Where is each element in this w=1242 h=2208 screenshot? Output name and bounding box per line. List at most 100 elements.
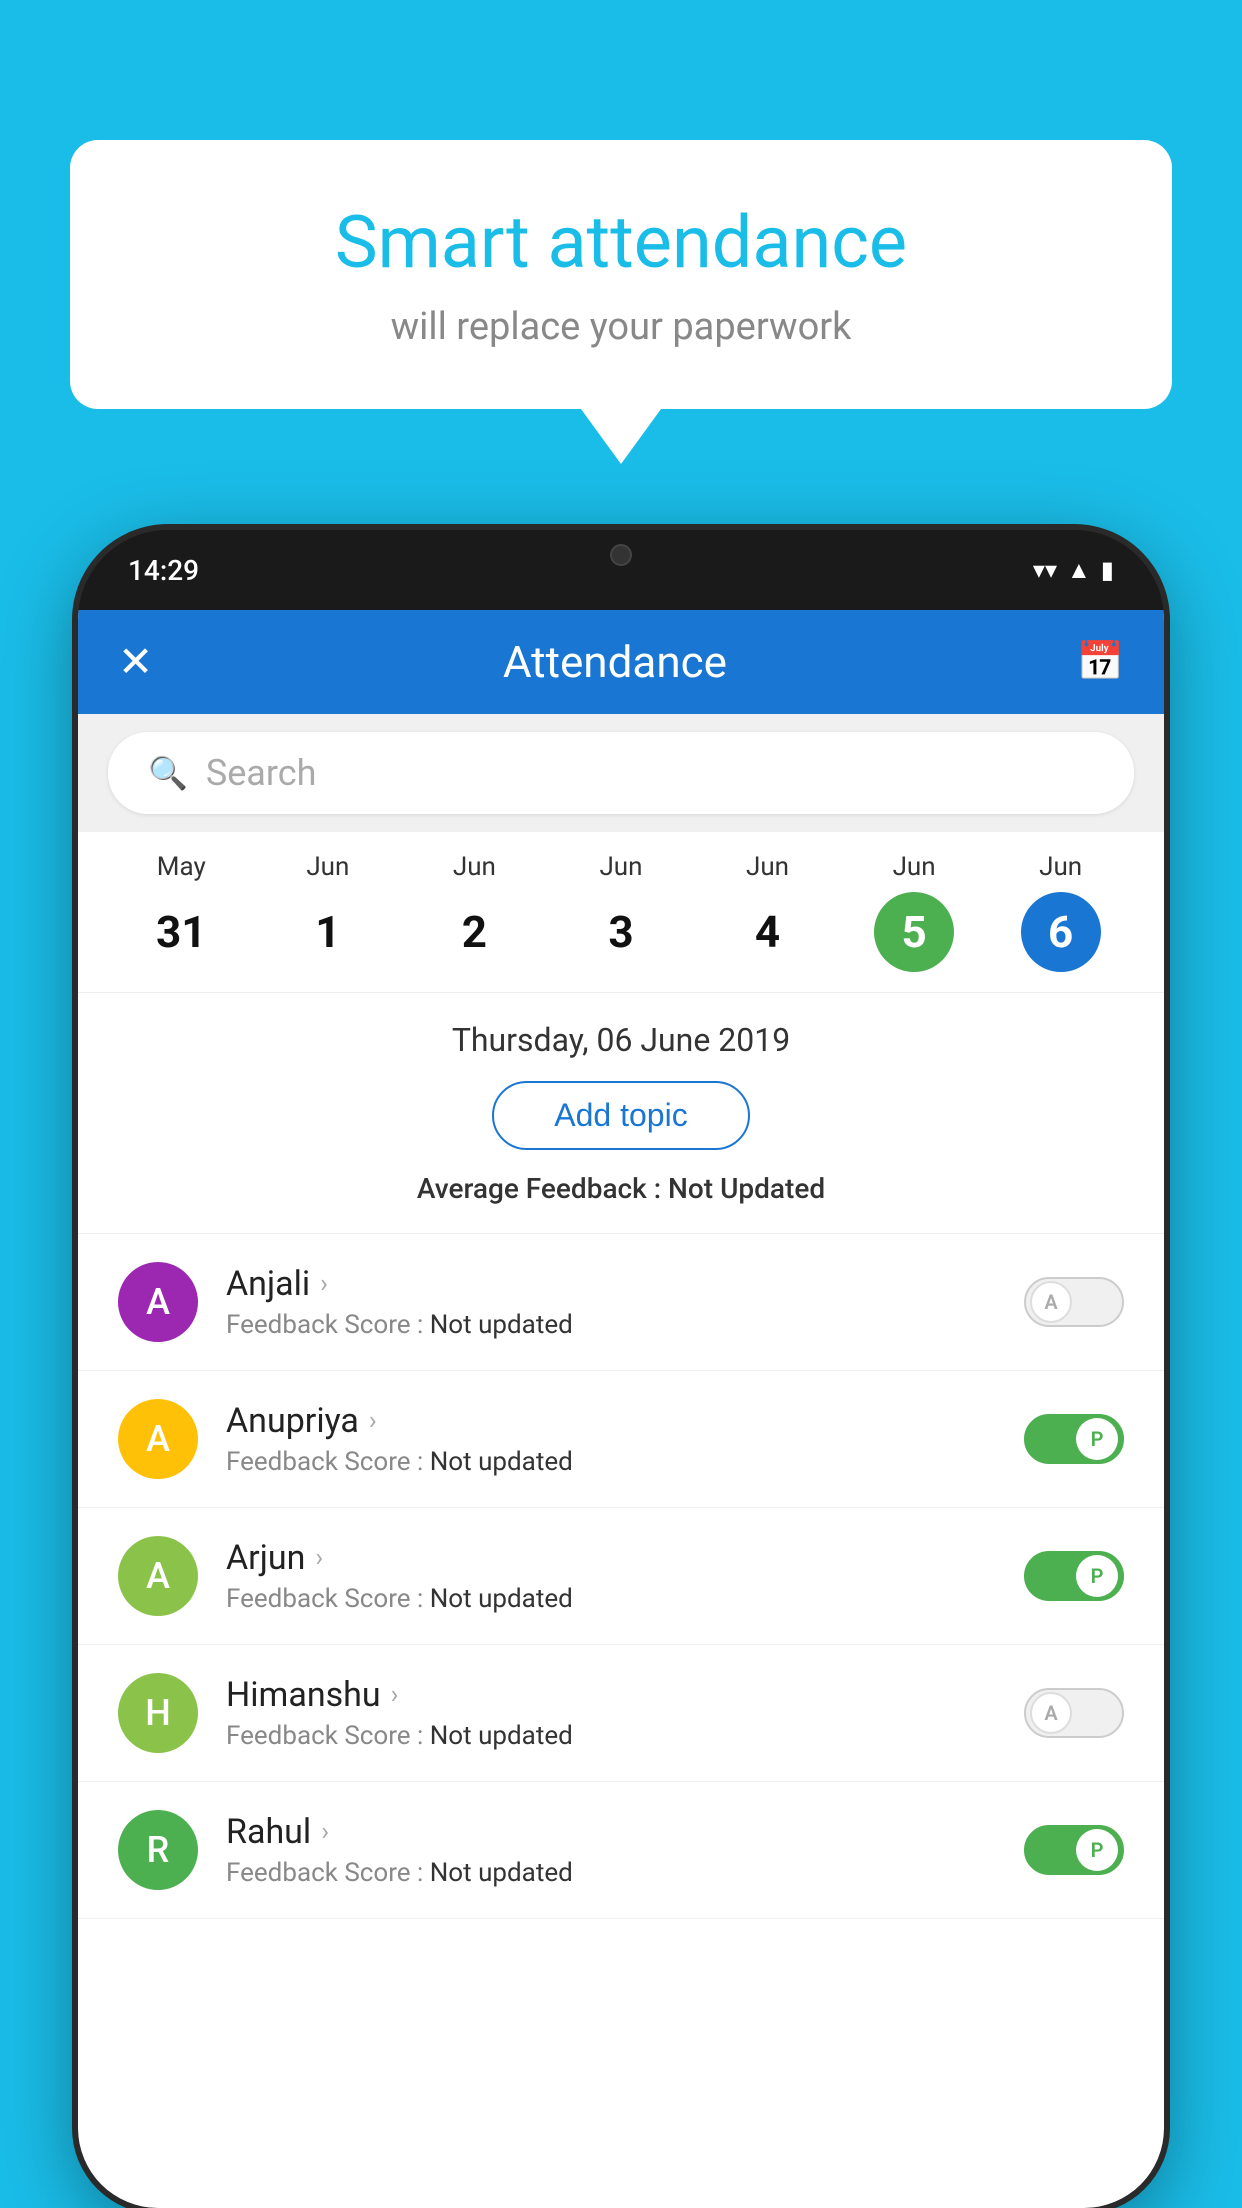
student-name-row: Rahul › xyxy=(226,1812,996,1852)
student-feedback-text: Feedback Score : Not updated xyxy=(226,1858,996,1888)
student-info: Anupriya › Feedback Score : Not updated xyxy=(226,1401,996,1477)
app-header: ✕ Attendance 📅 xyxy=(78,610,1164,714)
add-topic-button[interactable]: Add topic xyxy=(492,1081,749,1150)
cal-month-label: Jun xyxy=(453,852,496,882)
student-name-row: Anjali › xyxy=(226,1264,996,1304)
close-button[interactable]: ✕ xyxy=(118,637,153,687)
phone-status-bar: 14:29 ▾▾ ▲ ▮ xyxy=(78,530,1164,610)
cal-month-label: May xyxy=(157,852,206,882)
phone-screen: ✕ Attendance 📅 🔍 Search May31Jun1Jun2Jun… xyxy=(78,610,1164,2208)
attendance-toggle[interactable]: P xyxy=(1024,1825,1124,1875)
cal-day-number: 3 xyxy=(581,892,661,972)
toggle-knob: P xyxy=(1076,1555,1118,1597)
phone-time: 14:29 xyxy=(128,554,199,587)
chevron-right-icon: › xyxy=(320,1269,328,1299)
toggle-switch[interactable]: A xyxy=(1024,1688,1124,1738)
calendar-day-4[interactable]: Jun 4 xyxy=(728,852,808,972)
cal-month-label: Jun xyxy=(1039,852,1082,882)
cal-month-label: Jun xyxy=(893,852,936,882)
status-icons: ▾▾ ▲ ▮ xyxy=(1033,556,1114,585)
student-item[interactable]: R Rahul › Feedback Score : Not updated P xyxy=(78,1782,1164,1919)
attendance-toggle[interactable]: A xyxy=(1024,1688,1124,1738)
toggle-switch[interactable]: A xyxy=(1024,1277,1124,1327)
student-name-row: Arjun › xyxy=(226,1538,996,1578)
phone-notch xyxy=(541,530,701,580)
student-name-text: Himanshu xyxy=(226,1675,381,1715)
cal-month-label: Jun xyxy=(306,852,349,882)
student-name-text: Rahul xyxy=(226,1812,311,1852)
search-bar-wrapper: 🔍 Search xyxy=(78,714,1164,832)
student-feedback-text: Feedback Score : Not updated xyxy=(226,1584,996,1614)
toggle-knob: P xyxy=(1076,1418,1118,1460)
cal-day-number: 4 xyxy=(728,892,808,972)
cal-month-label: Jun xyxy=(599,852,642,882)
student-list: AAnjali ›Feedback Score : Not updatedAAA… xyxy=(78,1234,1164,1919)
student-name-row: Anupriya › xyxy=(226,1401,996,1441)
student-item[interactable]: A Anupriya › Feedback Score : Not updated P xyxy=(78,1371,1164,1508)
cal-day-number: 31 xyxy=(141,892,221,972)
speech-bubble-subtitle: will replace your paperwork xyxy=(150,305,1092,349)
student-name-text: Anupriya xyxy=(226,1401,359,1441)
student-avatar: A xyxy=(118,1536,198,1616)
calendar-icon[interactable]: 📅 xyxy=(1077,640,1124,684)
toggle-switch[interactable]: P xyxy=(1024,1414,1124,1464)
student-name-row: Himanshu › xyxy=(226,1675,996,1715)
calendar-day-3[interactable]: Jun 3 xyxy=(581,852,661,972)
calendar-strip: May 31 Jun 1 Jun 2 Jun 3 Jun 4 Jun 5 Jun 6 xyxy=(78,832,1164,993)
student-avatar: A xyxy=(118,1399,198,1479)
calendar-day-1[interactable]: Jun 1 xyxy=(288,852,368,972)
phone-frame: 14:29 ▾▾ ▲ ▮ ✕ Attendance 📅 🔍 Search May… xyxy=(78,530,1164,2208)
chevron-right-icon: › xyxy=(321,1817,329,1847)
cal-day-number: 2 xyxy=(434,892,514,972)
student-item[interactable]: A Arjun › Feedback Score : Not updated P xyxy=(78,1508,1164,1645)
student-avatar: A xyxy=(118,1262,198,1342)
student-info: Himanshu › Feedback Score : Not updated xyxy=(226,1675,996,1751)
student-feedback-text: Feedback Score : Not updated xyxy=(226,1721,996,1751)
student-avatar: H xyxy=(118,1673,198,1753)
student-item[interactable]: A Anjali › Feedback Score : Not updated A xyxy=(78,1234,1164,1371)
search-bar[interactable]: 🔍 Search xyxy=(108,732,1134,814)
student-avatar: R xyxy=(118,1810,198,1890)
chevron-right-icon: › xyxy=(391,1680,399,1710)
wifi-icon: ▾▾ xyxy=(1033,556,1057,584)
student-name-text: Anjali xyxy=(226,1264,310,1304)
toggle-switch[interactable]: P xyxy=(1024,1825,1124,1875)
toggle-knob: P xyxy=(1076,1829,1118,1871)
attendance-toggle[interactable]: P xyxy=(1024,1551,1124,1601)
chevron-right-icon: › xyxy=(315,1543,323,1573)
app-title: Attendance xyxy=(503,636,727,688)
speech-bubble-section: Smart attendance will replace your paper… xyxy=(70,140,1172,464)
search-placeholder: Search xyxy=(206,752,317,794)
date-info-section: Thursday, 06 June 2019 Add topic Average… xyxy=(78,993,1164,1234)
student-info: Anjali › Feedback Score : Not updated xyxy=(226,1264,996,1340)
student-info: Rahul › Feedback Score : Not updated xyxy=(226,1812,996,1888)
search-icon: 🔍 xyxy=(148,754,188,792)
phone-camera xyxy=(610,544,632,566)
attendance-toggle[interactable]: P xyxy=(1024,1414,1124,1464)
speech-bubble-title: Smart attendance xyxy=(150,200,1092,285)
speech-bubble-arrow xyxy=(581,409,661,464)
toggle-switch[interactable]: P xyxy=(1024,1551,1124,1601)
calendar-day-5[interactable]: Jun 5 xyxy=(874,852,954,972)
student-item[interactable]: H Himanshu › Feedback Score : Not updated A xyxy=(78,1645,1164,1782)
cal-day-number: 6 xyxy=(1021,892,1101,972)
cal-day-number: 1 xyxy=(288,892,368,972)
attendance-toggle[interactable]: A xyxy=(1024,1277,1124,1327)
cal-day-number: 5 xyxy=(874,892,954,972)
average-feedback-label: Average Feedback : Not Updated xyxy=(417,1172,825,1205)
student-feedback-text: Feedback Score : Not updated xyxy=(226,1447,996,1477)
signal-icon: ▲ xyxy=(1067,556,1091,585)
calendar-day-2[interactable]: Jun 2 xyxy=(434,852,514,972)
student-feedback-text: Feedback Score : Not updated xyxy=(226,1310,996,1340)
calendar-day-6[interactable]: Jun 6 xyxy=(1021,852,1101,972)
toggle-knob: A xyxy=(1030,1692,1072,1734)
toggle-knob: A xyxy=(1030,1281,1072,1323)
cal-month-label: Jun xyxy=(746,852,789,882)
date-label: Thursday, 06 June 2019 xyxy=(452,1021,790,1059)
chevron-right-icon: › xyxy=(369,1406,377,1436)
speech-bubble: Smart attendance will replace your paper… xyxy=(70,140,1172,409)
student-name-text: Arjun xyxy=(226,1538,305,1578)
student-info: Arjun › Feedback Score : Not updated xyxy=(226,1538,996,1614)
battery-icon: ▮ xyxy=(1101,556,1114,584)
calendar-day-0[interactable]: May 31 xyxy=(141,852,221,972)
